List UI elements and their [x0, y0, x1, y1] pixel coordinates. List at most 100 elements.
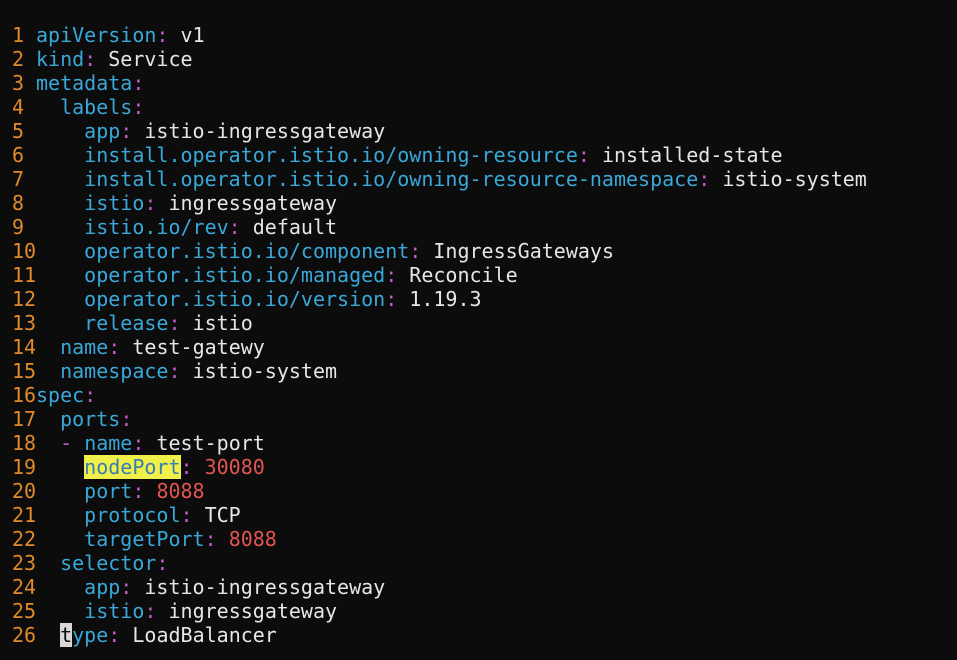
code-content[interactable]: app: istio-ingressgateway [36, 575, 385, 599]
code-content[interactable]: type: LoadBalancer [36, 623, 277, 647]
code-content[interactable]: protocol: TCP [36, 503, 241, 527]
yaml-key: apiVersion [36, 23, 157, 47]
colon: : [698, 167, 711, 191]
code-line[interactable]: 3 metadata: [0, 71, 957, 95]
colon: : [132, 71, 145, 95]
yaml-key: port [84, 479, 133, 503]
code-line[interactable]: 8 istio: ingressgateway [0, 191, 957, 215]
yaml-key: ports [60, 407, 121, 431]
code-line[interactable]: 16 spec: [0, 383, 957, 407]
yaml-key: install.operator.istio.io/owning-resourc… [84, 167, 699, 191]
code-line[interactable]: 1 apiVersion: v1 [0, 23, 957, 47]
code-content[interactable]: app: istio-ingressgateway [36, 119, 385, 143]
line-number: 5 [12, 119, 25, 143]
yaml-key: istio [84, 191, 145, 215]
yaml-key: app [84, 575, 121, 599]
code-content[interactable]: selector: [36, 551, 168, 575]
code-content[interactable]: nodePort: 30080 [36, 455, 265, 479]
yaml-key: name [60, 335, 109, 359]
code-line[interactable]: 15 namespace: istio-system [0, 359, 957, 383]
line-number: 6 [12, 143, 25, 167]
yaml-value: istio [192, 311, 253, 335]
yaml-value: IngressGateways [433, 239, 614, 263]
code-line[interactable]: 9 istio.io/rev: default [0, 215, 957, 239]
yaml-value: ingressgateway [168, 599, 338, 623]
line-number: 16 [12, 383, 37, 407]
code-line[interactable]: 5 app: istio-ingressgateway [0, 119, 957, 143]
line-number: 7 [12, 167, 25, 191]
code-line[interactable]: 10 operator.istio.io/component: IngressG… [0, 239, 957, 263]
code-content[interactable]: spec: [36, 383, 96, 407]
code-content[interactable]: port: 8088 [36, 479, 204, 503]
code-line[interactable]: 26 type: LoadBalancer [0, 623, 957, 647]
code-line[interactable]: 13 release: istio [0, 311, 957, 335]
colon: : [409, 239, 422, 263]
code-content[interactable]: metadata: [36, 71, 144, 95]
code-line[interactable]: 21 protocol: TCP [0, 503, 957, 527]
code-line[interactable]: 6 install.operator.istio.io/owning-resou… [0, 143, 957, 167]
code-line[interactable]: 19 nodePort: 30080 [0, 455, 957, 479]
code-line[interactable]: 24 app: istio-ingressgateway [0, 575, 957, 599]
code-content[interactable]: istio: ingressgateway [36, 191, 337, 215]
line-number: 21 [12, 503, 37, 527]
code-content[interactable]: apiVersion: v1 [36, 23, 205, 47]
code-content[interactable]: install.operator.istio.io/owning-resourc… [36, 143, 782, 167]
code-line[interactable]: 18 - name: test-port [0, 431, 957, 455]
colon: : [577, 143, 590, 167]
line-number: 14 [12, 335, 37, 359]
code-content[interactable]: - name: test-port [36, 431, 265, 455]
code-line[interactable]: 14 name: test-gatewy [0, 335, 957, 359]
yaml-value: Reconcile [409, 263, 518, 287]
yaml-value: 30080 [204, 455, 265, 479]
code-content[interactable]: istio.io/rev: default [36, 215, 337, 239]
code-line[interactable]: 23 selector: [0, 551, 957, 575]
code-line[interactable]: 20 port: 8088 [0, 479, 957, 503]
line-number: 18 [12, 431, 37, 455]
colon: : [120, 119, 133, 143]
code-content[interactable]: kind: Service [36, 47, 193, 71]
line-number: 10 [12, 239, 37, 263]
yaml-key: targetPort [84, 527, 205, 551]
colon: : [120, 407, 133, 431]
line-number: 4 [12, 95, 25, 119]
code-line[interactable]: 22 targetPort: 8088 [0, 527, 957, 551]
colon: : [108, 335, 121, 359]
line-number: 8 [12, 191, 25, 215]
code-line[interactable]: 7 install.operator.istio.io/owning-resou… [0, 167, 957, 191]
code-content[interactable]: operator.istio.io/managed: Reconcile [36, 263, 518, 287]
line-number: 9 [12, 215, 25, 239]
code-line[interactable]: 11 operator.istio.io/managed: Reconcile [0, 263, 957, 287]
yaml-value: LoadBalancer [132, 623, 277, 647]
code-content[interactable]: release: istio [36, 311, 253, 335]
code-content[interactable]: operator.istio.io/version: 1.19.3 [36, 287, 481, 311]
code-content[interactable]: name: test-gatewy [36, 335, 265, 359]
yaml-value: test-port [156, 431, 265, 455]
text-cursor: t [60, 623, 73, 647]
yaml-value: default [252, 215, 338, 239]
yaml-value: v1 [180, 23, 205, 47]
yaml-key: spec [36, 383, 85, 407]
code-content[interactable]: targetPort: 8088 [36, 527, 277, 551]
colon: : [132, 479, 145, 503]
code-content[interactable]: namespace: istio-system [36, 359, 337, 383]
code-line[interactable]: 17 ports: [0, 407, 957, 431]
code-editor[interactable]: 1 apiVersion: v1 2 kind: Service 3 metadata: 4… [0, 0, 957, 660]
yaml-key: ype [72, 623, 109, 647]
code-content[interactable]: labels: [36, 95, 144, 119]
code-content[interactable]: install.operator.istio.io/owning-resourc… [36, 167, 867, 191]
code-content[interactable]: istio: ingressgateway [36, 599, 337, 623]
code-line[interactable]: 4 labels: [0, 95, 957, 119]
code-line[interactable]: 2 kind: Service [0, 47, 957, 71]
yaml-key: operator.istio.io/version [84, 287, 386, 311]
code-content[interactable]: operator.istio.io/component: IngressGate… [36, 239, 614, 263]
colon: : [228, 215, 241, 239]
yaml-key: app [84, 119, 121, 143]
code-line[interactable]: 12 operator.istio.io/version: 1.19.3 [0, 287, 957, 311]
code-content[interactable]: ports: [36, 407, 132, 431]
yaml-value: istio-system [722, 167, 867, 191]
code-line[interactable]: 25 istio: ingressgateway [0, 599, 957, 623]
